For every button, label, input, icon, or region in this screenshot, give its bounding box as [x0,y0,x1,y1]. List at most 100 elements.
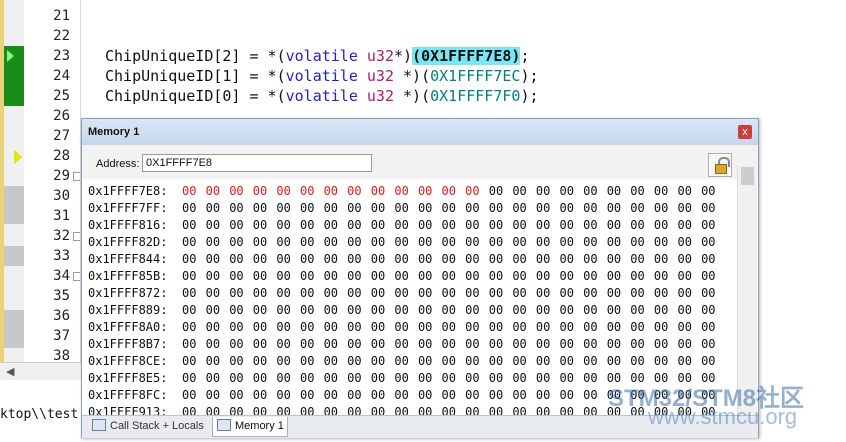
memory-byte[interactable]: 00 [701,336,725,353]
memory-byte[interactable]: 00 [677,302,701,319]
memory-byte[interactable]: 00 [536,268,560,285]
memory-byte[interactable]: 00 [300,251,324,268]
memory-byte[interactable]: 00 [229,200,253,217]
memory-byte[interactable]: 00 [394,387,418,404]
memory-byte[interactable]: 00 [276,319,300,336]
memory-byte[interactable]: 00 [371,217,395,234]
memory-byte[interactable]: 00 [512,370,536,387]
memory-byte[interactable]: 00 [442,319,466,336]
memory-byte[interactable]: 00 [371,319,395,336]
memory-byte[interactable]: 00 [677,268,701,285]
memory-byte[interactable]: 00 [253,200,277,217]
memory-byte[interactable]: 00 [276,336,300,353]
memory-byte[interactable]: 00 [300,234,324,251]
memory-byte[interactable]: 00 [182,319,206,336]
memory-byte[interactable]: 00 [253,285,277,302]
code-line-24[interactable]: ChipUniqueID[1] = *(volatile u32 *)(0X1F… [105,66,539,86]
memory-byte[interactable]: 00 [654,302,678,319]
memory-byte[interactable]: 00 [371,404,395,415]
memory-byte[interactable]: 00 [394,336,418,353]
memory-row[interactable]: 0x1FFFF8A0: 00 00 00 00 00 00 00 00 00 00 00 00 00 00 0… [88,319,725,336]
memory-byte[interactable]: 00 [701,268,725,285]
memory-byte[interactable]: 00 [276,251,300,268]
memory-byte[interactable]: 00 [418,251,442,268]
memory-byte[interactable]: 00 [182,183,206,200]
memory-byte[interactable]: 00 [536,183,560,200]
memory-byte[interactable]: 00 [347,302,371,319]
memory-byte[interactable]: 00 [630,353,654,370]
memory-byte[interactable]: 00 [229,404,253,415]
memory-byte[interactable]: 00 [300,302,324,319]
memory-byte[interactable]: 00 [536,404,560,415]
memory-byte[interactable]: 00 [253,217,277,234]
memory-byte[interactable]: 00 [371,353,395,370]
memory-byte[interactable]: 00 [630,302,654,319]
memory-byte[interactable]: 00 [489,251,513,268]
memory-byte[interactable]: 00 [394,268,418,285]
memory-byte[interactable]: 00 [442,285,466,302]
memory-byte[interactable]: 00 [677,234,701,251]
memory-byte[interactable]: 00 [442,200,466,217]
memory-byte[interactable]: 00 [229,319,253,336]
memory-byte[interactable]: 00 [206,404,230,415]
memory-byte[interactable]: 00 [206,234,230,251]
memory-byte[interactable]: 00 [229,183,253,200]
memory-byte[interactable]: 00 [206,285,230,302]
memory-byte[interactable]: 00 [324,200,348,217]
memory-byte[interactable]: 00 [347,370,371,387]
memory-byte[interactable]: 00 [253,268,277,285]
memory-byte[interactable]: 00 [607,319,631,336]
memory-byte[interactable]: 00 [489,370,513,387]
memory-byte[interactable]: 00 [182,336,206,353]
memory-byte[interactable]: 00 [536,234,560,251]
memory-byte[interactable]: 00 [229,234,253,251]
memory-byte[interactable]: 00 [182,302,206,319]
memory-byte[interactable]: 00 [583,370,607,387]
memory-byte[interactable]: 00 [465,183,489,200]
memory-byte[interactable]: 00 [583,302,607,319]
memory-byte[interactable]: 00 [630,319,654,336]
memory-byte[interactable]: 00 [276,217,300,234]
memory-byte[interactable]: 00 [512,200,536,217]
memory-byte[interactable]: 00 [701,251,725,268]
memory-byte[interactable]: 00 [583,319,607,336]
memory-byte[interactable]: 00 [442,251,466,268]
memory-byte[interactable]: 00 [206,353,230,370]
memory-byte[interactable]: 00 [229,353,253,370]
memory-byte[interactable]: 00 [394,319,418,336]
memory-byte[interactable]: 00 [182,404,206,415]
memory-byte[interactable]: 00 [324,353,348,370]
memory-byte[interactable]: 00 [324,268,348,285]
code-line-23[interactable]: ChipUniqueID[2] = *(volatile u32*)(0X1FF… [105,46,529,66]
memory-byte[interactable]: 00 [583,353,607,370]
memory-byte[interactable]: 00 [394,302,418,319]
memory-byte[interactable]: 00 [465,200,489,217]
memory-byte[interactable]: 00 [229,302,253,319]
memory-byte[interactable]: 00 [418,183,442,200]
memory-byte[interactable]: 00 [630,217,654,234]
memory-byte[interactable]: 00 [583,217,607,234]
memory-row[interactable]: 0x1FFFF8CE: 00 00 00 00 00 00 00 00 00 00 00 00 00 00 0… [88,353,725,370]
memory-byte[interactable]: 00 [560,217,584,234]
memory-byte[interactable]: 00 [654,200,678,217]
memory-row[interactable]: 0x1FFFF7FF: 00 00 00 00 00 00 00 00 00 00 00 00 00 00 0… [88,200,725,217]
memory-byte[interactable]: 00 [276,370,300,387]
memory-byte[interactable]: 00 [300,336,324,353]
memory-byte[interactable]: 00 [442,302,466,319]
memory-byte[interactable]: 00 [324,387,348,404]
memory-byte[interactable]: 00 [607,336,631,353]
memory-byte[interactable]: 00 [442,217,466,234]
memory-byte[interactable]: 00 [607,353,631,370]
memory-byte[interactable]: 00 [229,217,253,234]
memory-byte[interactable]: 00 [442,183,466,200]
memory-byte[interactable]: 00 [324,234,348,251]
memory-byte[interactable]: 00 [654,183,678,200]
memory-byte[interactable]: 00 [560,387,584,404]
memory-byte[interactable]: 00 [607,200,631,217]
memory-byte[interactable]: 00 [276,404,300,415]
memory-byte[interactable]: 00 [442,268,466,285]
memory-byte[interactable]: 00 [512,234,536,251]
memory-byte[interactable]: 00 [489,319,513,336]
memory-byte[interactable]: 00 [512,183,536,200]
memory-byte[interactable]: 00 [394,285,418,302]
